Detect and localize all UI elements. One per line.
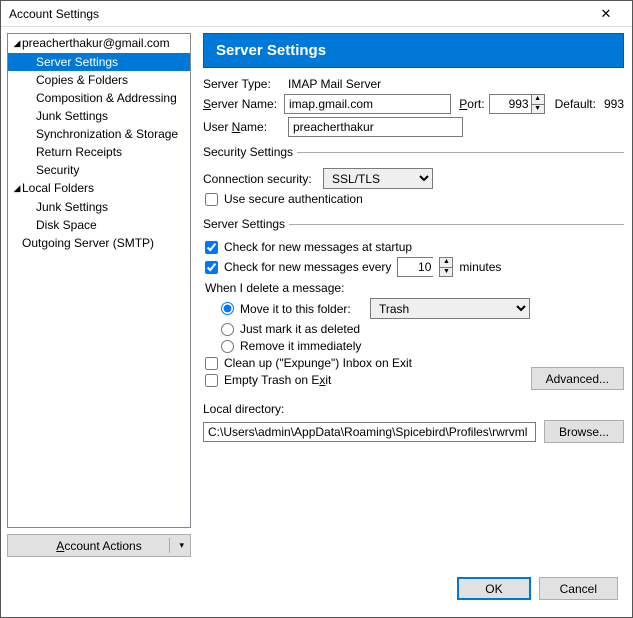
server-type-value: IMAP Mail Server bbox=[288, 77, 381, 91]
secure-auth-label: Use secure authentication bbox=[224, 192, 363, 206]
ok-button[interactable]: OK bbox=[457, 577, 530, 600]
tree-item-local-junk[interactable]: Junk Settings bbox=[8, 198, 190, 216]
form: Server Type: IMAP Mail Server Server Nam… bbox=[203, 68, 624, 443]
tree-item-server-settings[interactable]: Server Settings bbox=[8, 53, 190, 71]
check-every-input[interactable] bbox=[397, 257, 433, 277]
check-every-checkbox[interactable] bbox=[205, 261, 218, 274]
server-type-label: Server Type: bbox=[203, 77, 288, 91]
main-pane: Server Settings Server Type: IMAP Mail S… bbox=[197, 27, 632, 567]
spin-down-icon[interactable]: ▼ bbox=[440, 268, 452, 277]
port-label: Port: bbox=[459, 97, 484, 111]
server-name-input[interactable] bbox=[284, 94, 451, 114]
local-dir-label: Local directory: bbox=[203, 402, 624, 416]
dialog-footer: OK Cancel bbox=[1, 567, 632, 612]
spin-up-icon[interactable]: ▲ bbox=[532, 95, 544, 105]
username-label: User Name: bbox=[203, 120, 288, 134]
cancel-button[interactable]: Cancel bbox=[539, 577, 618, 600]
check-startup-label: Check for new messages at startup bbox=[224, 240, 412, 254]
tree-item-security[interactable]: Security bbox=[8, 161, 190, 179]
spin-up-icon[interactable]: ▲ bbox=[440, 258, 452, 268]
content-area: ◢preacherthakur@gmail.com Server Setting… bbox=[1, 27, 632, 567]
close-icon: ✕ bbox=[601, 6, 612, 22]
empty-trash-label: Empty Trash on Exit bbox=[224, 373, 331, 387]
default-value: 993 bbox=[604, 97, 624, 111]
username-input[interactable] bbox=[288, 117, 463, 137]
tree-item-outgoing[interactable]: Outgoing Server (SMTP) bbox=[8, 234, 190, 252]
separator bbox=[169, 538, 170, 553]
tree-label: Local Folders bbox=[22, 181, 94, 195]
empty-trash-checkbox[interactable] bbox=[205, 374, 218, 387]
security-settings-group: Security Settings Connection security: S… bbox=[203, 145, 624, 209]
secure-auth-checkbox[interactable] bbox=[205, 193, 218, 206]
port-input[interactable] bbox=[489, 94, 531, 114]
delete-move-label: Move it to this folder: bbox=[240, 302, 370, 316]
pane-header: Server Settings bbox=[203, 33, 624, 68]
cleanup-checkbox[interactable] bbox=[205, 357, 218, 370]
browse-button[interactable]: Browse... bbox=[544, 420, 624, 443]
advanced-button[interactable]: Advanced... bbox=[531, 367, 624, 390]
tree-item-composition[interactable]: Composition & Addressing bbox=[8, 89, 190, 107]
port-spinner[interactable]: ▲▼ bbox=[489, 94, 545, 114]
sidebar: ◢preacherthakur@gmail.com Server Setting… bbox=[1, 27, 197, 567]
close-button[interactable]: ✕ bbox=[586, 3, 626, 25]
tree-label: preacherthakur@gmail.com bbox=[22, 36, 170, 50]
account-tree[interactable]: ◢preacherthakur@gmail.com Server Setting… bbox=[7, 33, 191, 528]
tree-item-disk-space[interactable]: Disk Space bbox=[8, 216, 190, 234]
account-actions-label: Account Actions bbox=[56, 539, 141, 553]
delete-remove-radio[interactable] bbox=[221, 340, 234, 353]
tree-item-junk[interactable]: Junk Settings bbox=[8, 107, 190, 125]
delete-label: When I delete a message: bbox=[205, 281, 624, 295]
tree-item-sync[interactable]: Synchronization & Storage bbox=[8, 125, 190, 143]
titlebar: Account Settings ✕ bbox=[1, 1, 632, 27]
check-every-spinner[interactable]: ▲▼ bbox=[397, 257, 453, 277]
chevron-down-icon: ▾ bbox=[179, 540, 184, 551]
default-label: Default: bbox=[555, 97, 596, 111]
twisty-icon: ◢ bbox=[12, 35, 22, 51]
tree-account-root[interactable]: ◢preacherthakur@gmail.com bbox=[8, 34, 190, 53]
security-legend: Security Settings bbox=[203, 145, 297, 159]
tree-item-copies-folders[interactable]: Copies & Folders bbox=[8, 71, 190, 89]
conn-security-select[interactable]: SSL/TLS bbox=[323, 168, 433, 189]
check-every-unit: minutes bbox=[459, 260, 501, 274]
server-settings-group: Server Settings Check for new messages a… bbox=[203, 217, 624, 390]
account-actions-button[interactable]: Account Actions ▾ bbox=[7, 534, 191, 557]
local-dir-input[interactable] bbox=[203, 422, 536, 442]
window-title: Account Settings bbox=[9, 7, 99, 21]
server-name-label: Server Name: bbox=[203, 97, 284, 111]
check-every-label: Check for new messages every bbox=[224, 260, 391, 274]
twisty-icon: ◢ bbox=[12, 180, 22, 196]
tree-local-folders[interactable]: ◢Local Folders bbox=[8, 179, 190, 198]
conn-security-label: Connection security: bbox=[203, 172, 323, 186]
delete-remove-label: Remove it immediately bbox=[240, 339, 361, 353]
cleanup-label: Clean up ("Expunge") Inbox on Exit bbox=[224, 356, 412, 370]
delete-mark-radio[interactable] bbox=[221, 323, 234, 336]
spin-down-icon[interactable]: ▼ bbox=[532, 105, 544, 114]
delete-move-radio[interactable] bbox=[221, 302, 234, 315]
check-startup-checkbox[interactable] bbox=[205, 241, 218, 254]
local-directory-block: Local directory: Browse... bbox=[203, 402, 624, 443]
delete-mark-label: Just mark it as deleted bbox=[240, 322, 360, 336]
tree-item-return-receipts[interactable]: Return Receipts bbox=[8, 143, 190, 161]
server-settings-legend: Server Settings bbox=[203, 217, 289, 231]
delete-folder-select[interactable]: Trash bbox=[370, 298, 530, 319]
